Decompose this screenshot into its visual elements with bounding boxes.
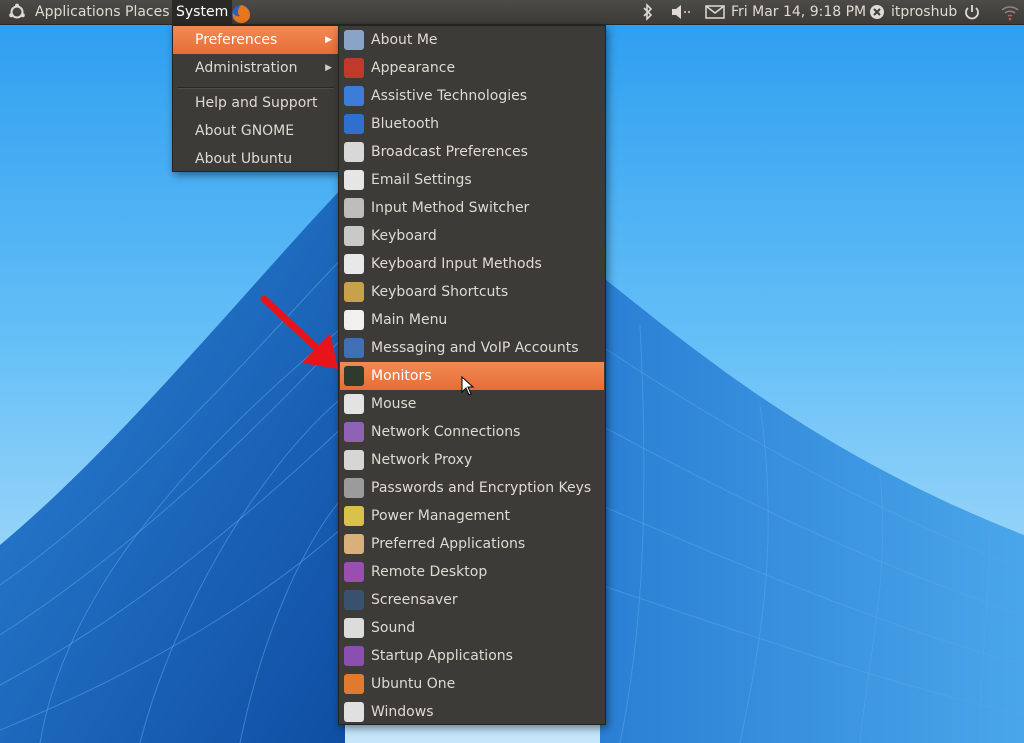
user-status-icon[interactable] <box>868 0 886 25</box>
places-menu[interactable]: Places <box>125 0 170 25</box>
keys-icon <box>344 478 364 498</box>
info-icon <box>344 254 364 274</box>
mouse-icon <box>344 394 364 414</box>
preferences-submenu: About Me Appearance Assistive Technologies… <box>338 25 606 725</box>
menu-item-email-settings[interactable]: Email Settings <box>340 166 604 194</box>
startup-icon <box>344 646 364 666</box>
appearance-icon <box>344 58 364 78</box>
ubuntu-one-icon <box>344 674 364 694</box>
applications-menu[interactable]: Applications <box>35 0 121 25</box>
menu-item-preferred-applications[interactable]: Preferred Applications <box>340 530 604 558</box>
messaging-icon <box>344 338 364 358</box>
menu-item-help-and-support[interactable]: Help and Support <box>173 89 338 117</box>
mail-icon[interactable] <box>705 0 725 25</box>
main-menu-icon <box>344 310 364 330</box>
menu-item-remote-desktop[interactable]: Remote Desktop <box>340 558 604 586</box>
submenu-arrow-icon: ▶ <box>325 63 332 73</box>
broadcast-icon <box>344 142 364 162</box>
power-management-icon <box>344 506 364 526</box>
menu-item-appearance[interactable]: Appearance <box>340 54 604 82</box>
clock[interactable]: Fri Mar 14, 9:18 PM <box>731 0 866 25</box>
keyboard-icon <box>344 198 364 218</box>
email-icon <box>344 170 364 190</box>
firefox-icon[interactable] <box>230 2 252 27</box>
wifi-icon[interactable] <box>1000 0 1020 25</box>
menu-item-broadcast-preferences[interactable]: Broadcast Preferences <box>340 138 604 166</box>
shortcuts-icon <box>344 282 364 302</box>
system-menu[interactable]: System <box>172 0 233 25</box>
menu-item-bluetooth[interactable]: Bluetooth <box>340 110 604 138</box>
menu-item-network-connections[interactable]: Network Connections <box>340 418 604 446</box>
menu-item-keyboard-shortcuts[interactable]: Keyboard Shortcuts <box>340 278 604 306</box>
menu-item-passwords-and-encryption-keys[interactable]: Passwords and Encryption Keys <box>340 474 604 502</box>
annotation-arrow-icon <box>260 295 338 369</box>
remote-desktop-icon <box>344 562 364 582</box>
menu-item-about-gnome[interactable]: About GNOME <box>173 117 338 145</box>
volume-icon[interactable] <box>670 0 694 25</box>
menu-item-startup-applications[interactable]: Startup Applications <box>340 642 604 670</box>
user-name[interactable]: itproshub <box>891 0 957 25</box>
network-icon <box>344 422 364 442</box>
sound-icon <box>344 618 364 638</box>
menu-item-ubuntu-one[interactable]: Ubuntu One <box>340 670 604 698</box>
about-me-icon <box>344 30 364 50</box>
bluetooth-icon[interactable] <box>641 0 655 25</box>
monitor-icon <box>344 366 364 386</box>
bluetooth-icon <box>344 114 364 134</box>
menu-item-input-method-switcher[interactable]: Input Method Switcher <box>340 194 604 222</box>
submenu-arrow-icon: ▶ <box>325 35 332 45</box>
menu-item-assistive-technologies[interactable]: Assistive Technologies <box>340 82 604 110</box>
system-dropdown-menu: Preferences ▶ Administration ▶ Help and … <box>172 25 339 172</box>
screensaver-icon <box>344 590 364 610</box>
mouse-cursor-icon <box>461 376 475 396</box>
menu-item-power-management[interactable]: Power Management <box>340 502 604 530</box>
menu-item-about-me[interactable]: About Me <box>340 26 604 54</box>
top-panel: Applications Places System Fri Mar 14, 9… <box>0 0 1024 25</box>
keyboard-icon <box>344 226 364 246</box>
ubuntu-logo-icon[interactable] <box>8 0 26 25</box>
proxy-icon <box>344 450 364 470</box>
accessibility-icon <box>344 86 364 106</box>
menu-item-about-ubuntu[interactable]: About Ubuntu <box>173 145 338 173</box>
menu-item-network-proxy[interactable]: Network Proxy <box>340 446 604 474</box>
menu-item-messaging-and-voip-accounts[interactable]: Messaging and VoIP Accounts <box>340 334 604 362</box>
menu-item-preferences[interactable]: Preferences ▶ <box>173 26 338 54</box>
menu-item-screensaver[interactable]: Screensaver <box>340 586 604 614</box>
menu-item-windows[interactable]: Windows <box>340 698 604 726</box>
menu-item-sound[interactable]: Sound <box>340 614 604 642</box>
windows-icon <box>344 702 364 722</box>
menu-item-administration[interactable]: Administration ▶ <box>173 54 338 82</box>
menu-item-keyboard-input-methods[interactable]: Keyboard Input Methods <box>340 250 604 278</box>
menu-item-main-menu[interactable]: Main Menu <box>340 306 604 334</box>
preferred-apps-icon <box>344 534 364 554</box>
menu-item-keyboard[interactable]: Keyboard <box>340 222 604 250</box>
power-icon[interactable] <box>963 0 981 25</box>
